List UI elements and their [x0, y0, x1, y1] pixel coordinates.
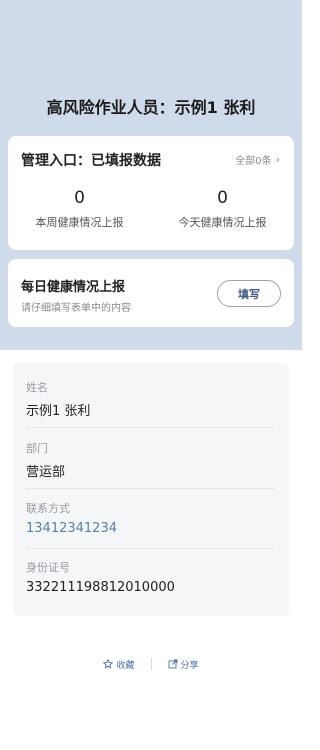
daily-report-title: 每日健康情况上报 [21, 280, 126, 295]
weekly-report-stat[interactable]: 0 本周健康情况上报 [8, 188, 151, 230]
view-all-label: 全部0条 [235, 156, 272, 167]
id-number-label: 身份证号 [26, 561, 70, 574]
name-field: 姓名 示例1 张利 [26, 379, 276, 419]
favorite-label: 收藏 [116, 660, 135, 671]
favorite-button[interactable]: 收藏 [103, 658, 135, 671]
footer-actions: 收藏 分享 [0, 656, 302, 672]
contact-label: 联系方式 [26, 502, 70, 515]
department-value: 营运部 [26, 465, 66, 480]
today-report-stat[interactable]: 0 今天健康情况上报 [151, 188, 294, 230]
profile-panel: 姓名 示例1 张利 部门 营运部 联系方式 13412341234 身份证号 3… [13, 363, 289, 616]
view-all-link[interactable]: 全部0条 › [235, 152, 280, 167]
today-report-label: 今天健康情况上报 [178, 216, 267, 229]
divider [26, 548, 275, 549]
department-field: 部门 营运部 [26, 440, 276, 480]
share-label: 分享 [180, 660, 199, 671]
divider [26, 427, 275, 428]
id-number-field: 身份证号 332211198812010000 [26, 559, 276, 595]
daily-report-subtitle: 请仔细填写表单中的内容 [21, 303, 131, 314]
contact-field: 联系方式 13412341234 [26, 500, 276, 536]
star-icon [103, 659, 114, 669]
management-card: 管理入口：已填报数据 全部0条 › 0 本周健康情况上报 0 今天健康情况上报 [8, 136, 294, 250]
phone-link[interactable]: 13412341234 [26, 521, 276, 536]
share-icon [168, 659, 178, 669]
name-label: 姓名 [26, 381, 48, 394]
weekly-report-count: 0 [74, 188, 85, 208]
footer-separator [150, 658, 152, 670]
divider [26, 488, 275, 489]
fill-button[interactable]: 填写 [217, 280, 281, 307]
weekly-report-label: 本周健康情况上报 [35, 216, 124, 229]
today-report-count: 0 [217, 188, 228, 208]
daily-report-card: 每日健康情况上报 请仔细填写表单中的内容 填写 [8, 259, 294, 327]
id-number-value: 332211198812010000 [26, 580, 175, 595]
share-button[interactable]: 分享 [168, 658, 199, 671]
management-title: 管理入口：已填报数据 [21, 153, 161, 169]
name-value: 示例1 张利 [26, 404, 91, 419]
department-label: 部门 [26, 442, 48, 455]
page-title: 高风险作业人员：示例1 张利 [46, 98, 256, 117]
chevron-right-icon: › [275, 153, 280, 166]
